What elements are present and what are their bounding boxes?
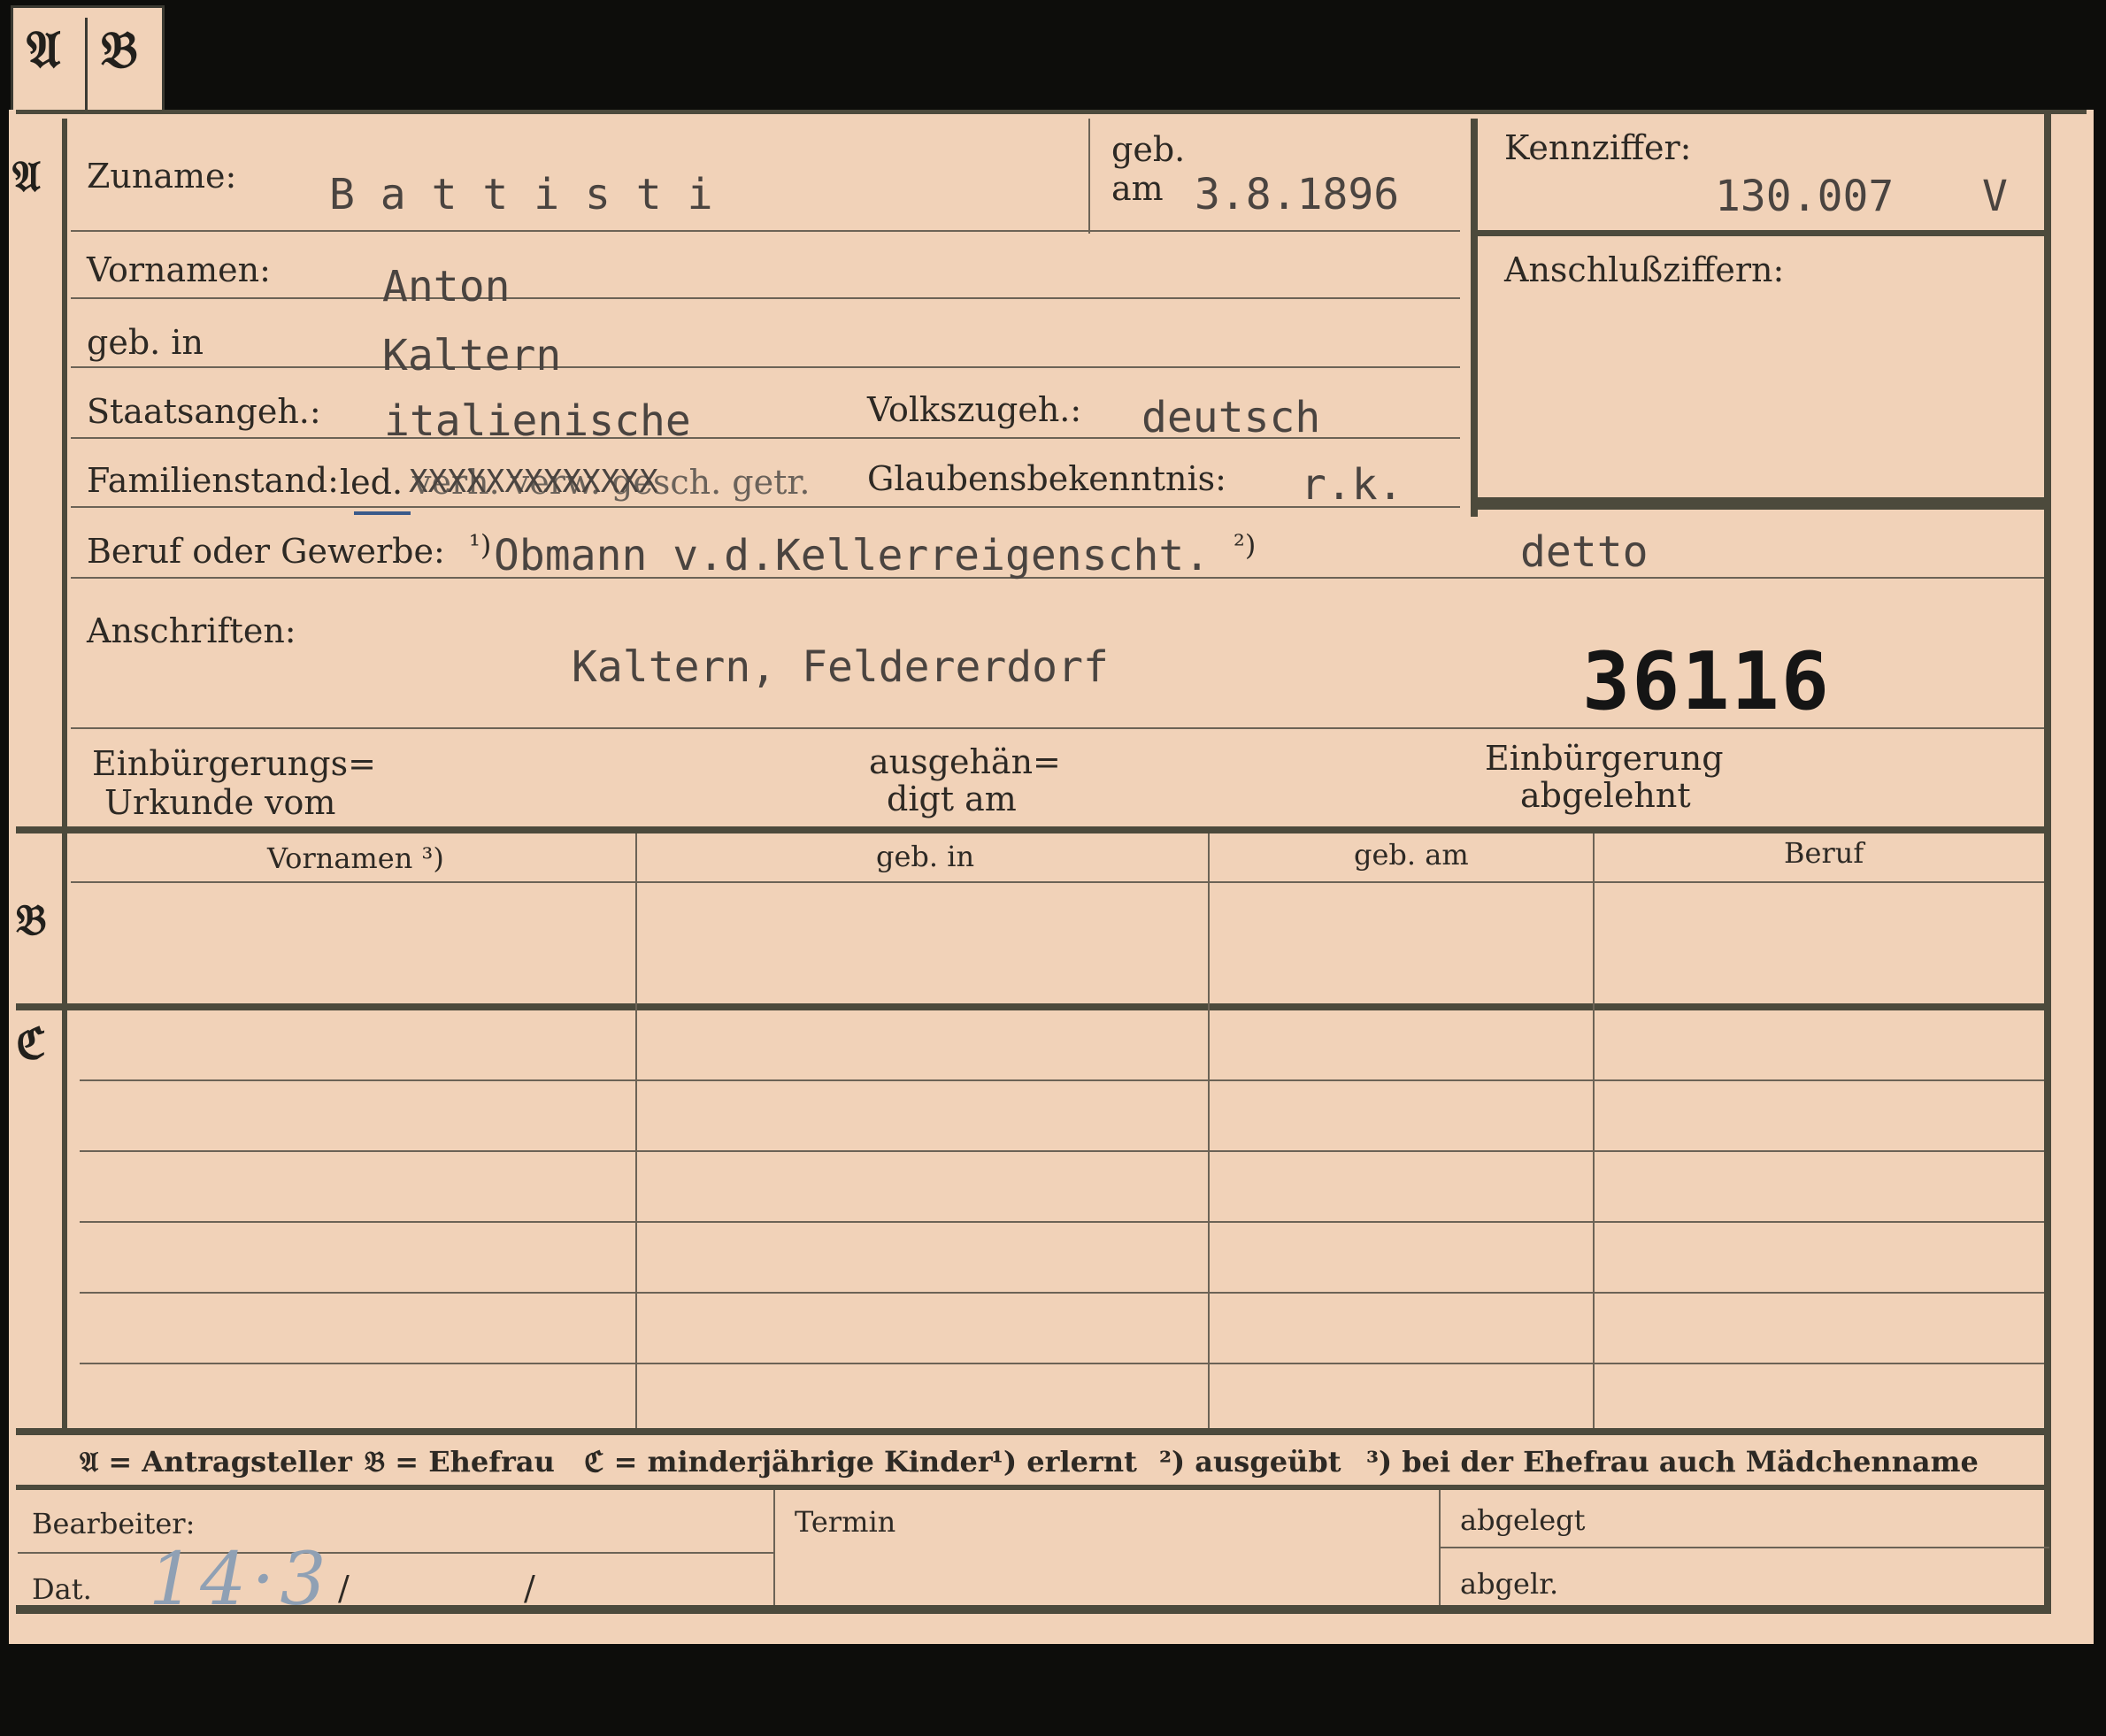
filed-label: abgelegt [1460, 1503, 1586, 1537]
section-bc-left [62, 833, 67, 1435]
born-on-label-2: am [1111, 169, 1164, 208]
tab-divider [85, 18, 88, 111]
stamp-number: 36116 [1582, 635, 1831, 728]
section-letter-c: ℭ [16, 1019, 46, 1069]
registration-card [9, 110, 2094, 1644]
row-line [80, 1363, 2044, 1364]
date-handwritten: 14·3 [149, 1538, 332, 1622]
marital-status-label: Familienstand: [87, 461, 339, 500]
date-slash-2: / [524, 1569, 535, 1608]
row-line [80, 1150, 2044, 1152]
legend-top [16, 1428, 2051, 1435]
born-on-label-1: geb. [1111, 130, 1186, 169]
header-first-names: Vornamen ³) [267, 841, 444, 875]
section-b-top [16, 826, 2051, 833]
first-names-value: Anton [382, 262, 511, 311]
nationality-value: deutsch [1141, 393, 1321, 442]
legend-b: 𝔅 = Ehefrau [365, 1445, 555, 1479]
naturalization-rejected-label-1: Einbürgerung [1485, 739, 1724, 778]
profession-note1: ¹) [469, 528, 492, 562]
address-value: Kaltern, Feldererdorf [572, 642, 1109, 692]
underline-mark [354, 511, 411, 515]
row-line [71, 230, 1460, 232]
card-right-border [2044, 110, 2051, 1614]
tab-letter-a: 𝔄 [27, 19, 61, 80]
col-line [1208, 833, 1210, 1428]
marital-options-single: led. [340, 463, 404, 502]
deadline-label: Termin [795, 1505, 896, 1539]
refbox-bottom [1471, 497, 2046, 510]
citizenship-label: Staatsangeh.: [87, 392, 321, 431]
legend-a: 𝔄 = Antragsteller [80, 1445, 352, 1479]
section-letter-b: 𝔅 [16, 895, 47, 945]
addresses-label: Anschriften: [87, 611, 296, 650]
row-line [18, 1552, 775, 1554]
born-in-label: geb. in [87, 323, 204, 362]
naturalization-doc-label-1: Einbürgerungs= [92, 744, 376, 783]
header-profession: Beruf [1784, 836, 1864, 870]
profession-practiced-value: detto [1520, 527, 1649, 577]
col-line [1088, 119, 1090, 234]
legend-note1: ¹) erlernt [991, 1445, 1137, 1479]
col-line [773, 1490, 775, 1605]
naturalization-doc-label-2: Urkunde vom [104, 783, 336, 822]
section-c-top [16, 1003, 2051, 1010]
row-line [71, 506, 1460, 508]
profession-label: Beruf oder Gewerbe: [87, 532, 445, 571]
profession-note2: ²) [1234, 528, 1257, 562]
profession-learned-value: Obmann v.d.Kellerreigenscht. [494, 531, 1211, 580]
reference-number-label: Kennziffer: [1504, 128, 1692, 167]
section-letter-a: 𝔄 [12, 152, 41, 202]
header-born-in: geb. in [876, 840, 975, 873]
tab-letter-b: 𝔅 [101, 19, 138, 80]
religion-value: r.k. [1301, 460, 1403, 510]
first-names-label: Vornamen: [87, 250, 271, 289]
row-line [71, 297, 1460, 299]
header-born-on: geb. am [1354, 838, 1469, 872]
col-line [635, 833, 637, 1428]
legend-bottom [16, 1485, 2051, 1490]
refbox-left [1471, 119, 1478, 517]
col-line [1593, 833, 1595, 1428]
marital-strike-marks: XXXXXXXXXXXXX [409, 464, 658, 500]
date-label: Dat. [32, 1572, 92, 1606]
legend-c: ℭ = minderjährige Kinder [584, 1445, 993, 1479]
naturalization-rejected-label-2: abgelehnt [1520, 776, 1691, 815]
legend-note3: ³) bei der Ehefrau auch Mädchenname [1366, 1445, 1979, 1479]
row-line [1439, 1547, 2049, 1548]
row-line [80, 1292, 2044, 1294]
reference-suffix: V [1982, 172, 2008, 221]
birth-date-value: 3.8.1896 [1195, 170, 1400, 219]
row-line [71, 366, 1460, 368]
date-slash-1: / [338, 1569, 350, 1608]
citizenship-value: italienische [384, 396, 691, 446]
row-line [80, 1221, 2044, 1223]
legend-note2: ²) ausgeübt [1159, 1445, 1341, 1479]
birthplace-value: Kaltern [382, 331, 562, 380]
row-line [80, 1079, 2044, 1081]
nationality-label: Volkszugeh.: [867, 390, 1082, 429]
refbox-mid [1471, 230, 2046, 236]
row-line [71, 881, 2044, 883]
surname-label: Zuname: [87, 157, 237, 196]
clerk-label: Bearbeiter: [32, 1507, 196, 1540]
handed-out-label-1: ausgehän= [869, 742, 1061, 781]
section-a-left-border [62, 119, 67, 835]
card-top-border [16, 110, 2087, 114]
religion-label: Glaubensbekenntnis: [867, 459, 1226, 498]
filed-short-label: abgelr. [1460, 1567, 1559, 1601]
connection-numbers-label: Anschlußziffern: [1504, 250, 1785, 289]
reference-number-value: 130.007 [1715, 172, 1895, 221]
handed-out-label-2: digt am [887, 780, 1017, 818]
surname-value: B a t t i s t i [329, 170, 713, 219]
